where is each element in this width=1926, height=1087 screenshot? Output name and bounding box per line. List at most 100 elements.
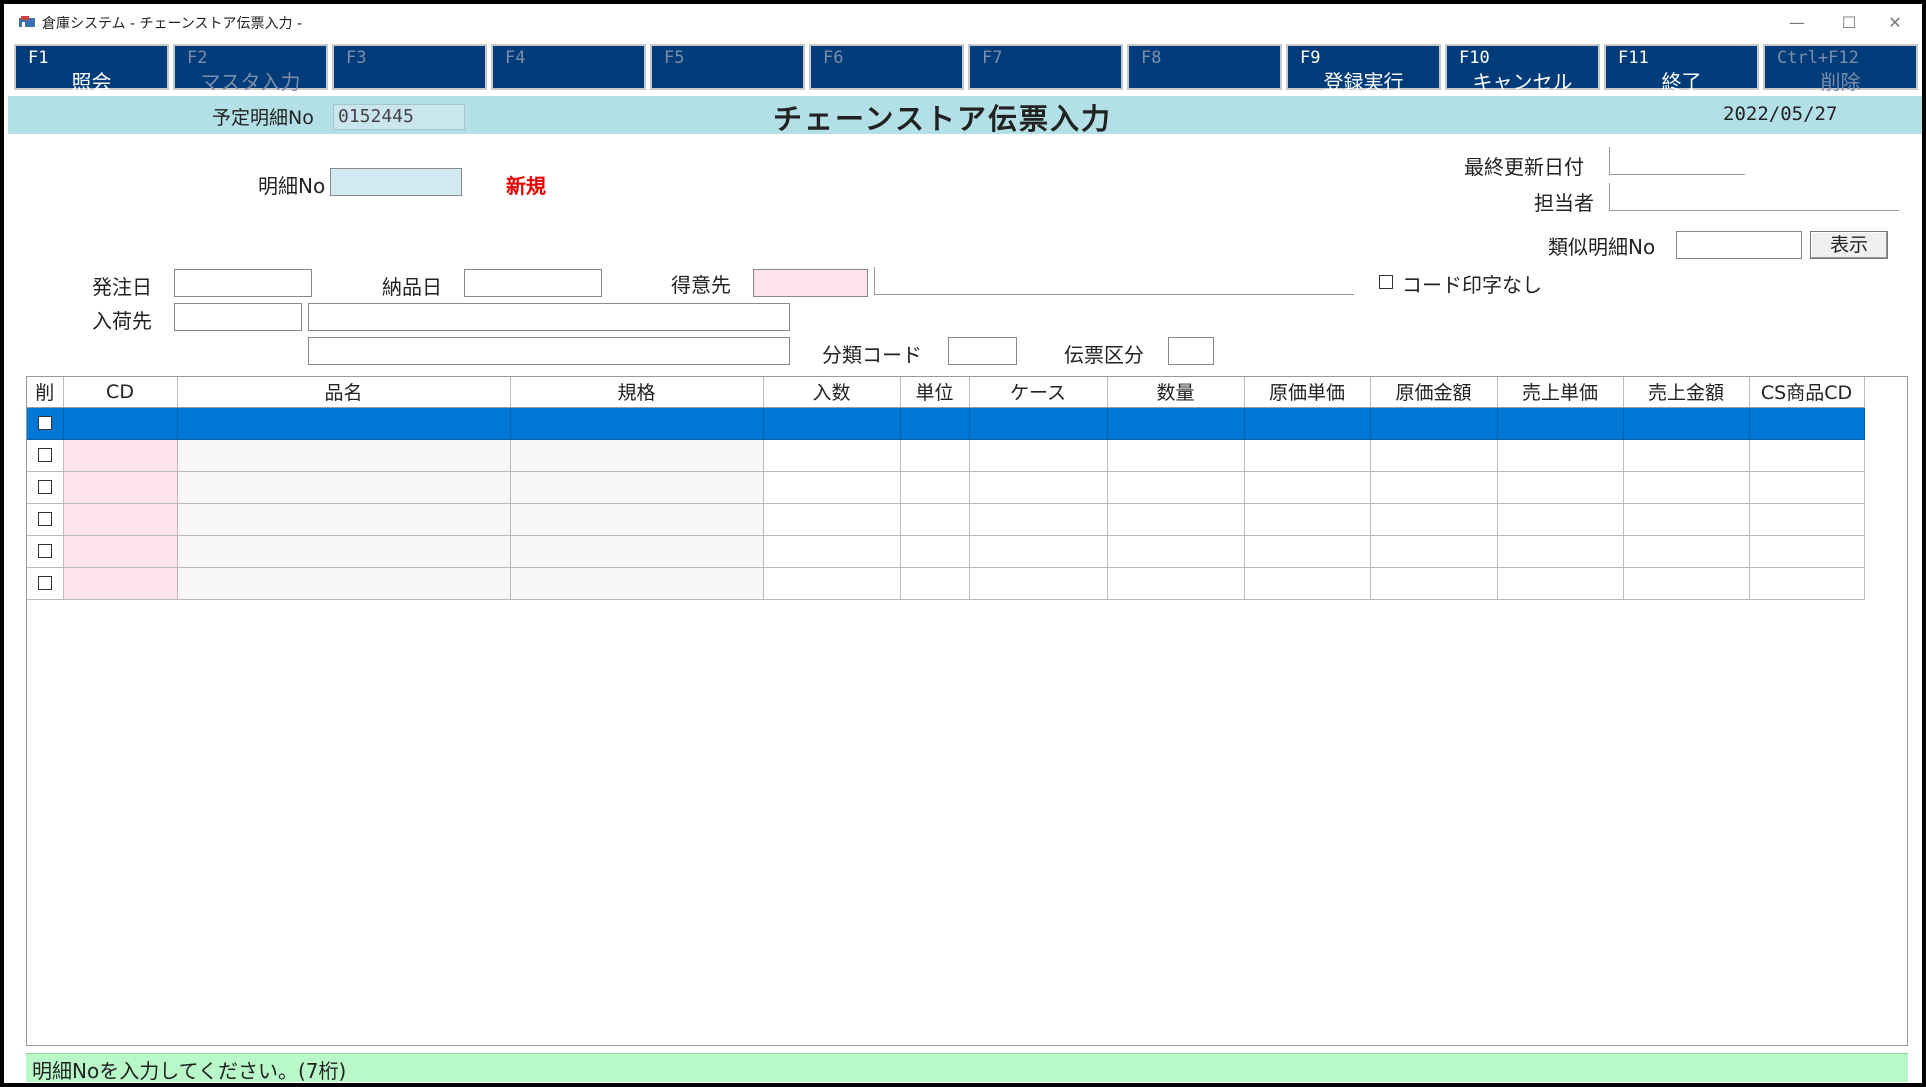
grid-cell[interactable]: [1244, 471, 1371, 504]
grid-cell[interactable]: [1107, 503, 1245, 536]
close-icon[interactable]: ✕: [1872, 8, 1918, 38]
grid-cell[interactable]: [1370, 471, 1498, 504]
show-button[interactable]: 表示: [1810, 231, 1888, 259]
table-row[interactable]: [27, 471, 1865, 504]
grid-cell[interactable]: [763, 535, 901, 568]
grid-cell[interactable]: [969, 567, 1108, 600]
grid-cell[interactable]: [969, 471, 1108, 504]
grid-cell[interactable]: [510, 503, 764, 536]
delete-cell[interactable]: [27, 471, 64, 504]
similar-no-input[interactable]: [1676, 231, 1802, 259]
receiver-address-input[interactable]: [308, 337, 790, 365]
f5-button[interactable]: F5: [650, 44, 805, 90]
grid-cell[interactable]: [1497, 503, 1624, 536]
grid-cell[interactable]: [1370, 503, 1498, 536]
grid-cell[interactable]: [1623, 407, 1750, 440]
grid-cell[interactable]: [1244, 407, 1371, 440]
receiver-code-input[interactable]: [174, 303, 302, 331]
grid-cell[interactable]: [1244, 567, 1371, 600]
minimize-icon[interactable]: —: [1774, 8, 1820, 38]
slip-type-input[interactable]: [1168, 337, 1214, 365]
f1-button[interactable]: F1 照会: [14, 44, 169, 94]
grid-cell[interactable]: [63, 535, 178, 568]
grid-cell[interactable]: [1244, 535, 1371, 568]
f9-register-button[interactable]: F9 登録実行: [1286, 44, 1441, 94]
grid-cell[interactable]: [177, 503, 511, 536]
f10-cancel-button[interactable]: F10 キャンセル: [1445, 44, 1600, 94]
delete-cell[interactable]: [27, 407, 64, 440]
f2-button[interactable]: F2 マスタ入力: [173, 44, 328, 94]
row-delete-checkbox[interactable]: [37, 576, 52, 590]
grid-cell[interactable]: [1497, 567, 1624, 600]
row-delete-checkbox[interactable]: [37, 448, 52, 462]
grid-cell[interactable]: [63, 439, 178, 472]
delete-cell[interactable]: [27, 535, 64, 568]
grid-cell[interactable]: [969, 439, 1108, 472]
grid-cell[interactable]: [1107, 407, 1245, 440]
f4-button[interactable]: F4: [491, 44, 646, 90]
grid-cell[interactable]: [1497, 535, 1624, 568]
grid-cell[interactable]: [900, 535, 970, 568]
grid-cell[interactable]: [969, 535, 1108, 568]
grid-cell[interactable]: [1749, 503, 1865, 536]
grid-cell[interactable]: [177, 471, 511, 504]
col-header-cd[interactable]: CD: [63, 377, 178, 408]
col-header-cost-amount[interactable]: 原価金額: [1370, 377, 1498, 408]
col-header-quantity[interactable]: 数量: [1107, 377, 1245, 408]
f3-button[interactable]: F3: [332, 44, 487, 90]
col-header-cost-unit-price[interactable]: 原価単価: [1244, 377, 1371, 408]
grid-cell[interactable]: [763, 439, 901, 472]
delete-cell[interactable]: [27, 567, 64, 600]
f11-exit-button[interactable]: F11 終了: [1604, 44, 1759, 94]
grid-cell[interactable]: [763, 567, 901, 600]
grid-cell[interactable]: [177, 439, 511, 472]
grid-cell[interactable]: [1370, 567, 1498, 600]
grid-cell[interactable]: [900, 407, 970, 440]
grid-cell[interactable]: [1623, 503, 1750, 536]
f6-button[interactable]: F6: [809, 44, 964, 90]
grid-cell[interactable]: [1623, 567, 1750, 600]
col-header-cs-product-cd[interactable]: CS商品CD: [1749, 377, 1865, 408]
grid-cell[interactable]: [969, 407, 1108, 440]
grid-cell[interactable]: [1107, 567, 1245, 600]
col-header-sales-amount[interactable]: 売上金額: [1623, 377, 1750, 408]
grid-cell[interactable]: [63, 407, 178, 440]
grid-cell[interactable]: [1370, 439, 1498, 472]
grid-cell[interactable]: [63, 567, 178, 600]
grid-cell[interactable]: [177, 567, 511, 600]
table-row[interactable]: [27, 503, 1865, 536]
table-row[interactable]: [27, 567, 1865, 600]
delete-cell[interactable]: [27, 439, 64, 472]
grid-cell[interactable]: [1749, 407, 1865, 440]
col-header-pack-qty[interactable]: 入数: [763, 377, 901, 408]
grid-cell[interactable]: [763, 407, 901, 440]
no-code-print-checkbox[interactable]: [1379, 275, 1393, 289]
grid-cell[interactable]: [900, 503, 970, 536]
grid-cell[interactable]: [1623, 535, 1750, 568]
grid-cell[interactable]: [510, 471, 764, 504]
grid-cell[interactable]: [1107, 439, 1245, 472]
category-code-input[interactable]: [948, 337, 1017, 365]
table-row[interactable]: [27, 407, 1865, 440]
grid-cell[interactable]: [1497, 407, 1624, 440]
ctrl-f12-delete-button[interactable]: Ctrl+F12 削除: [1763, 44, 1918, 94]
grid-cell[interactable]: [1497, 439, 1624, 472]
f7-button[interactable]: F7: [968, 44, 1123, 90]
row-delete-checkbox[interactable]: [37, 512, 52, 526]
grid-cell[interactable]: [63, 503, 178, 536]
delete-cell[interactable]: [27, 503, 64, 536]
grid-cell[interactable]: [763, 471, 901, 504]
row-delete-checkbox[interactable]: [37, 544, 52, 558]
grid-cell[interactable]: [510, 439, 764, 472]
grid-cell[interactable]: [1370, 535, 1498, 568]
order-date-input[interactable]: [174, 269, 312, 297]
grid-cell[interactable]: [510, 567, 764, 600]
grid-cell[interactable]: [1244, 503, 1371, 536]
col-header-unit[interactable]: 単位: [900, 377, 970, 408]
grid-cell[interactable]: [969, 503, 1108, 536]
grid-cell[interactable]: [1623, 471, 1750, 504]
row-delete-checkbox[interactable]: [37, 416, 52, 430]
grid-cell[interactable]: [1749, 567, 1865, 600]
grid-cell[interactable]: [1107, 471, 1245, 504]
grid-cell[interactable]: [1244, 439, 1371, 472]
